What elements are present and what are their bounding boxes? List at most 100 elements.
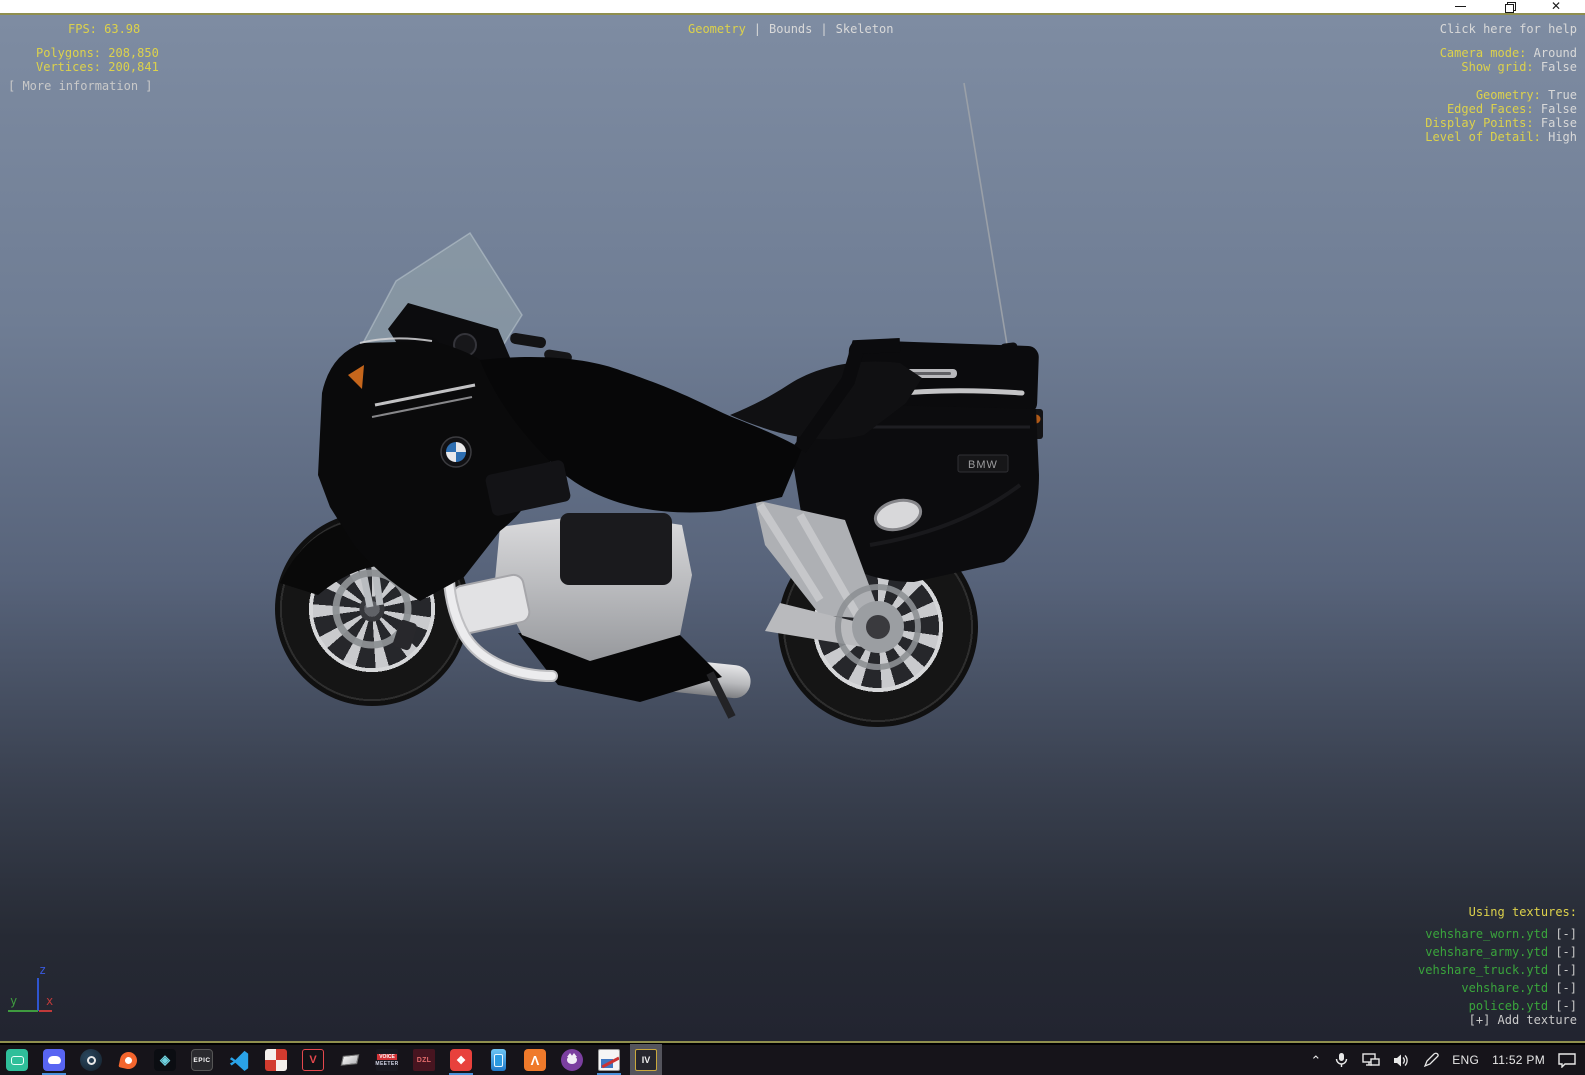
language-indicator[interactable]: ENG xyxy=(1449,1045,1482,1075)
tray-chevron-up-icon[interactable]: ⌃ xyxy=(1307,1046,1324,1075)
texture-name: vehshare_truck.ytd xyxy=(1418,963,1548,977)
pannier-badge-text: BMW xyxy=(968,459,998,471)
clock[interactable]: 11:52 PM xyxy=(1489,1045,1548,1075)
texture-row: vehshare_truck.ytd [-] xyxy=(1418,963,1577,977)
axis-x-line xyxy=(39,1010,52,1012)
vertices-count: Vertices: 200,841 xyxy=(36,60,159,74)
capture-app-icon[interactable] xyxy=(5,1048,29,1072)
more-information-link[interactable]: [ More information ] xyxy=(8,79,153,93)
image-editor-icon[interactable] xyxy=(597,1048,621,1072)
pen-icon[interactable] xyxy=(1420,1045,1442,1075)
taskbar: ◈ EPIC V VOICEMEETER DZL ❖ Λ IV ⌃ ENG 11… xyxy=(0,1045,1585,1075)
display-points-label: Display Points: xyxy=(1425,116,1533,130)
epic-games-icon[interactable]: EPIC xyxy=(190,1048,214,1072)
edged-faces-label: Edged Faces: xyxy=(1447,102,1534,116)
tab-separator: | xyxy=(820,22,827,36)
voicemeeter-icon[interactable]: VOICEMEETER xyxy=(375,1048,399,1072)
sync-app-icon[interactable]: ❖ xyxy=(449,1048,473,1072)
viewport-3d[interactable]: FPS: 63.98 Polygons: 208,850 Vertices: 2… xyxy=(0,13,1585,1043)
lever-tip-red xyxy=(558,360,565,367)
modeling-tool-icon[interactable] xyxy=(338,1048,362,1072)
dashboard xyxy=(388,303,514,377)
texture-name: vehshare_army.ytd xyxy=(1425,945,1548,959)
network-icon[interactable] xyxy=(1359,1045,1383,1075)
top-case-handle-inset xyxy=(901,372,951,375)
axis-z-line xyxy=(37,978,39,1011)
lever-tip-red xyxy=(570,365,575,370)
texture-row: vehshare_army.ytd [-] xyxy=(1425,945,1577,959)
openiv-icon[interactable]: IV xyxy=(634,1048,658,1072)
phone-link-icon[interactable] xyxy=(486,1048,510,1072)
top-case-handle xyxy=(895,369,957,378)
texture-remove-button[interactable]: [-] xyxy=(1555,927,1577,941)
origin-icon[interactable] xyxy=(116,1048,140,1072)
geometry-tool-icon[interactable]: ◈ xyxy=(153,1048,177,1072)
rear-body-link xyxy=(800,345,900,449)
texture-remove-button[interactable]: [-] xyxy=(1555,963,1577,977)
cat-app-icon[interactable] xyxy=(560,1048,584,1072)
show-grid-row: Show grid: False xyxy=(1461,60,1577,74)
camera-mode-row: Camera mode: Around xyxy=(1440,46,1577,60)
windscreen xyxy=(362,233,522,371)
pannier-rail xyxy=(820,391,1022,405)
texture-remove-button[interactable]: [-] xyxy=(1555,981,1577,995)
axis-y-label: y xyxy=(10,994,17,1008)
geometry-label: Geometry: xyxy=(1476,88,1541,102)
camera-mode-value: Around xyxy=(1534,46,1577,60)
microphone-icon[interactable] xyxy=(1331,1045,1352,1075)
texture-row: policeb.ytd [-] xyxy=(1469,999,1577,1013)
speaker-icon[interactable] xyxy=(1390,1045,1413,1075)
vscode-icon[interactable] xyxy=(227,1048,251,1072)
minimize-button[interactable] xyxy=(1449,0,1471,13)
exhaust-muffler xyxy=(562,647,752,699)
display-points-value: False xyxy=(1541,116,1577,130)
mirror-left xyxy=(356,339,403,370)
belly-pan xyxy=(518,633,722,702)
restore-button[interactable] xyxy=(1498,0,1520,13)
fairing-vent xyxy=(485,459,572,517)
axis-x-label: x xyxy=(46,994,53,1008)
engine-case xyxy=(495,513,692,661)
textures-header: Using textures: xyxy=(1469,905,1577,919)
steam-icon[interactable] xyxy=(79,1048,103,1072)
display-points-row: Display Points: False xyxy=(1425,116,1577,130)
tab-bounds[interactable]: Bounds xyxy=(769,22,812,36)
dzl-app-icon[interactable]: DZL xyxy=(412,1048,436,1072)
add-texture-button[interactable]: [+] Add texture xyxy=(1469,1013,1577,1027)
title-bar: ✕ xyxy=(0,0,1585,13)
checkered-game-icon[interactable] xyxy=(264,1048,288,1072)
texture-name: policeb.ytd xyxy=(1469,999,1548,1013)
close-button[interactable]: ✕ xyxy=(1545,0,1567,13)
fairing-stripe xyxy=(372,397,472,417)
motorcycle-front-wheel xyxy=(275,512,469,706)
system-tray: ⌃ ENG 11:52 PM xyxy=(1307,1045,1579,1075)
tab-skeleton[interactable]: Skeleton xyxy=(836,22,894,36)
front-turn-signal xyxy=(348,365,364,389)
action-center-icon[interactable] xyxy=(1555,1045,1579,1075)
top-case xyxy=(847,340,1039,415)
center-stand xyxy=(710,673,732,717)
level-of-detail-row: Level of Detail: High xyxy=(1425,130,1577,144)
texture-name: vehshare.ytd xyxy=(1461,981,1548,995)
mirror-right xyxy=(404,334,441,358)
texture-row: vehshare.ytd [-] xyxy=(1461,981,1577,995)
texture-remove-button[interactable]: [-] xyxy=(1555,999,1577,1013)
valorant-icon[interactable]: V xyxy=(301,1048,325,1072)
fairing-stripe xyxy=(375,385,475,405)
discord-icon[interactable] xyxy=(42,1048,66,1072)
fairing-highlight xyxy=(360,338,432,343)
level-of-detail-value: High xyxy=(1548,130,1577,144)
tab-separator: | xyxy=(754,22,761,36)
camera-mode-label: Camera mode: xyxy=(1440,46,1527,60)
lambda-app-icon[interactable]: Λ xyxy=(523,1048,547,1072)
tab-geometry[interactable]: Geometry xyxy=(688,22,746,36)
engine-block-dark xyxy=(560,513,672,585)
help-link[interactable]: Click here for help xyxy=(1440,22,1577,36)
axis-y-line xyxy=(8,1010,38,1012)
antenna xyxy=(964,83,1012,375)
restore-icon xyxy=(1505,2,1514,11)
texture-remove-button[interactable]: [-] xyxy=(1555,945,1577,959)
geometry-value: True xyxy=(1548,88,1577,102)
axis-z-label: z xyxy=(39,963,46,977)
show-grid-label: Show grid: xyxy=(1461,60,1533,74)
